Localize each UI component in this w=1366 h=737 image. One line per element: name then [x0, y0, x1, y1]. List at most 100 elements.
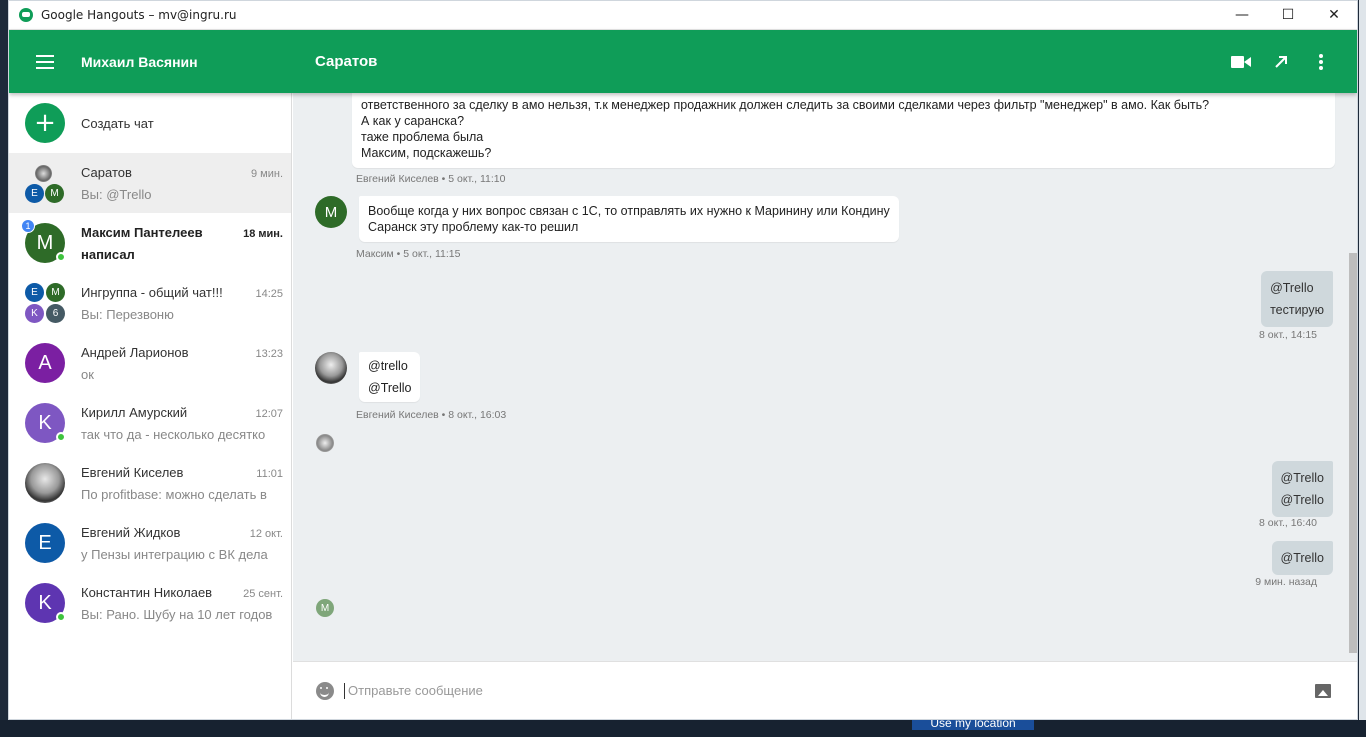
- conversation-name: Андрей Ларионов: [81, 344, 189, 360]
- message-input[interactable]: [344, 682, 1305, 699]
- app-header: Михаил Васянин Саратов: [9, 30, 1357, 93]
- message-meta: Евгений Киселев • 5 окт., 11:10: [356, 173, 506, 185]
- conversation-name: Максим Пантелеев: [81, 224, 203, 240]
- conversation-item[interactable]: E M K 6 Ингруппа - общий чат!!! 14:25 Вы…: [9, 273, 291, 333]
- minimize-icon[interactable]: —: [1219, 1, 1265, 30]
- conversation-time: 11:01: [256, 467, 283, 480]
- incoming-message: M Вообще когда у них вопрос связан с 1С,…: [315, 196, 899, 242]
- avatar-photo-icon: [35, 165, 52, 182]
- conversation-item[interactable]: K Константин Николаев 25 сент. Вы: Рано.…: [9, 573, 291, 633]
- taskbar: [0, 720, 1366, 737]
- conversation-time: 13:23: [255, 347, 283, 360]
- conversation-time: 12 окт.: [249, 527, 283, 540]
- conversation-preview: Вы: @Trello: [81, 186, 152, 202]
- sender-avatar: M: [315, 196, 347, 228]
- new-chat-label: Создать чат: [81, 115, 154, 131]
- unread-badge: 1: [21, 219, 35, 233]
- message-meta: 8 окт., 16:40: [1259, 517, 1317, 529]
- conversation-name: Саратов: [81, 164, 132, 180]
- window-title: Google Hangouts – mv@ingru.ru: [41, 8, 237, 22]
- hangouts-icon: [19, 8, 33, 22]
- maximize-icon[interactable]: ☐: [1265, 1, 1311, 30]
- message-line: ответственного за сделку в амо нельзя, т…: [361, 98, 1210, 112]
- incoming-message: ответственного за сделку в амо нельзя, т…: [352, 93, 1335, 168]
- avatar-photo: [25, 463, 65, 503]
- menu-icon[interactable]: [36, 54, 54, 69]
- message-meta: 8 окт., 14:15: [1259, 329, 1317, 341]
- avatar: K: [25, 583, 66, 623]
- avatar: M 1: [21, 219, 66, 263]
- conversation-item[interactable]: Евгений Киселев 11:01 По profitbase: мож…: [9, 453, 291, 513]
- group-avatar: E M: [25, 163, 65, 203]
- pop-out-icon[interactable]: [1261, 42, 1301, 82]
- conversation-item[interactable]: K Кирилл Амурский 12:07 так что да - нес…: [9, 393, 291, 453]
- title-bar: Google Hangouts – mv@ingru.ru — ☐ ✕: [9, 1, 1357, 30]
- message-line: Саранск эту проблему как-то решил: [368, 220, 579, 234]
- conversation-time: 14:25: [255, 287, 283, 300]
- conversation-name: Константин Николаев: [81, 584, 213, 600]
- message-line: @Trello: [1280, 493, 1324, 507]
- close-icon[interactable]: ✕: [1311, 1, 1357, 30]
- message-line: таже проблема была: [361, 130, 484, 144]
- message-line: Максим, подскажешь?: [361, 146, 492, 160]
- conversation-item[interactable]: A Андрей Ларионов 13:23 ок: [9, 333, 291, 393]
- message-line: Вообще когда у них вопрос связан с 1С, т…: [368, 204, 890, 218]
- message-line: @Trello: [1280, 471, 1324, 485]
- video-call-icon[interactable]: [1221, 42, 1261, 82]
- message-line: @Trello: [1270, 281, 1314, 295]
- message-line: @trello: [368, 359, 408, 373]
- plus-icon: +: [25, 103, 65, 143]
- emoji-icon[interactable]: [316, 681, 334, 700]
- more-options-icon[interactable]: [1301, 42, 1341, 82]
- sender-avatar-photo: [315, 352, 347, 384]
- message-composer: [293, 661, 1357, 719]
- message-meta: Евгений Киселев • 8 окт., 16:03: [356, 409, 507, 421]
- new-chat-button[interactable]: + Создать чат: [9, 93, 291, 153]
- avatar: E: [25, 523, 65, 563]
- avatar: A: [25, 343, 65, 383]
- conversation-preview: так что да - несколько десятко: [81, 426, 266, 442]
- online-indicator: [56, 612, 66, 622]
- conversation-name: Ингруппа - общий чат!!!: [81, 284, 223, 300]
- conversation-preview: По profitbase: можно сделать в: [81, 486, 267, 502]
- conversation-time: 12:07: [255, 407, 283, 420]
- conversation-time: 25 сент.: [243, 587, 283, 600]
- conversation-name: Кирилл Амурский: [81, 404, 188, 420]
- conversation-name: Евгений Киселев: [81, 464, 184, 480]
- message-bubble: @trello @Trello: [359, 352, 421, 402]
- background-window-edge: [1359, 0, 1366, 720]
- online-indicator: [56, 252, 66, 262]
- conversation-item[interactable]: E Евгений Жидков 12 окт. у Пензы интегра…: [9, 513, 291, 573]
- message-line: А как у саранска?: [361, 114, 465, 128]
- read-receipt-avatar: M: [316, 599, 334, 617]
- conversation-preview: Вы: Перезвоню: [81, 306, 174, 322]
- conversation-item[interactable]: M 1 Максим Пантелеев 18 мин. написал: [9, 213, 291, 273]
- conversation-title: Саратов: [315, 53, 378, 70]
- user-name: Михаил Васянин: [81, 53, 198, 70]
- message-line: @Trello: [1280, 551, 1324, 565]
- conversation-item[interactable]: E M Саратов 9 мин. Вы: @Trello: [9, 153, 291, 213]
- group-avatar: E M K 6: [25, 283, 65, 323]
- conversation-preview: написал: [81, 246, 135, 262]
- incoming-message: @trello @Trello: [315, 352, 421, 402]
- message-line: @Trello: [368, 381, 412, 395]
- conversation-preview: Вы: Рано. Шубу на 10 лет годов: [81, 606, 273, 622]
- conversation-time: 9 мин.: [250, 167, 283, 180]
- online-indicator: [56, 432, 66, 442]
- conversation-time: 18 мин.: [243, 227, 283, 240]
- message-meta: 9 мин. назад: [1255, 576, 1317, 588]
- message-bubble: ответственного за сделку в амо нельзя, т…: [352, 93, 1335, 168]
- conversation-name: Евгений Жидков: [81, 524, 181, 540]
- outgoing-message: @Trello: [1271, 541, 1333, 575]
- conversation-list: + Создать чат E M Саратов 9 мин. Вы: @Tr…: [9, 93, 292, 719]
- message-area[interactable]: ответственного за сделку в амо нельзя, т…: [293, 93, 1357, 661]
- scrollbar[interactable]: [1349, 253, 1357, 653]
- message-meta: Максим • 5 окт., 11:15: [356, 248, 461, 260]
- message-bubble: Вообще когда у них вопрос связан с 1С, т…: [359, 196, 899, 242]
- conversation-preview: ок: [81, 366, 94, 382]
- image-icon[interactable]: [1315, 683, 1331, 698]
- message-line: тестирую: [1270, 303, 1324, 317]
- read-receipt-avatar: [316, 434, 334, 452]
- conversation-preview: у Пензы интеграцию с ВК дела: [81, 546, 268, 562]
- avatar: K: [25, 403, 66, 443]
